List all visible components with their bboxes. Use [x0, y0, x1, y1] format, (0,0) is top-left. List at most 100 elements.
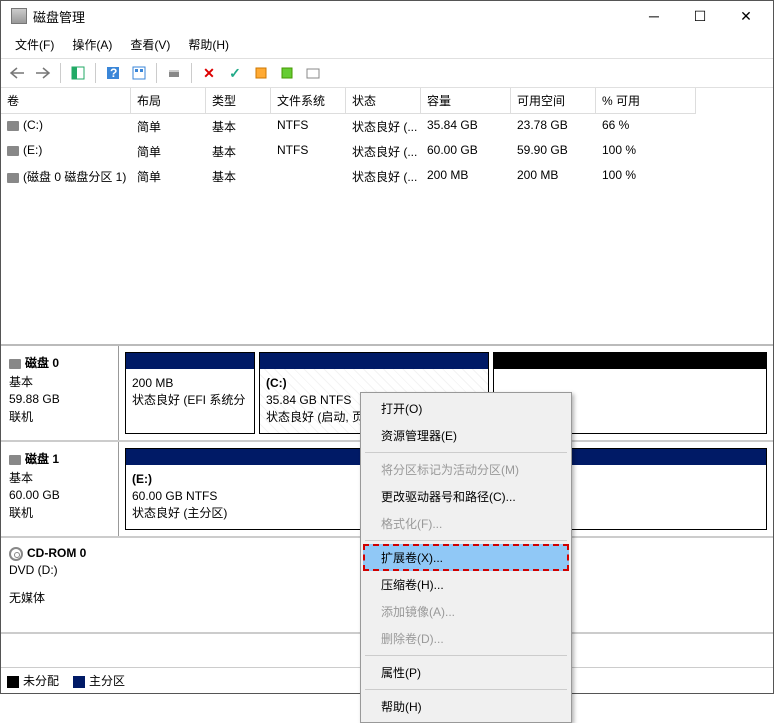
disk-name: 磁盘 1 — [25, 452, 59, 466]
disk-type: DVD (D:) — [9, 563, 111, 577]
separator — [365, 655, 567, 656]
partition[interactable]: 200 MB 状态良好 (EFI 系统分 — [125, 352, 255, 434]
col-status[interactable]: 状态 — [346, 88, 421, 114]
separator — [60, 63, 61, 83]
legend-unalloc: 未分配 — [23, 674, 59, 688]
cm-format: 格式化(F)... — [363, 510, 569, 537]
new-button[interactable] — [249, 62, 273, 84]
forward-button[interactable] — [31, 62, 55, 84]
disk-status: 联机 — [9, 504, 110, 521]
check-button[interactable]: ✓ — [223, 62, 247, 84]
volume-icon — [7, 173, 19, 183]
cm-change-letter[interactable]: 更改驱动器号和路径(C)... — [363, 483, 569, 510]
col-filesystem[interactable]: 文件系统 — [271, 88, 346, 114]
back-button[interactable] — [5, 62, 29, 84]
col-capacity[interactable]: 容量 — [421, 88, 511, 114]
col-free[interactable]: 可用空间 — [511, 88, 596, 114]
separator — [156, 63, 157, 83]
cm-delete-volume: 删除卷(D)... — [363, 625, 569, 652]
disk-type: 基本 — [9, 469, 110, 486]
cell-free: 59.90 GB — [511, 141, 596, 162]
cm-add-mirror: 添加镜像(A)... — [363, 598, 569, 625]
disk-info[interactable]: CD-ROM 0 DVD (D:) 无媒体 — [1, 538, 119, 632]
cm-extend-volume[interactable]: 扩展卷(X)... — [363, 544, 569, 571]
toolbar: ? ✕ ✓ — [1, 59, 773, 88]
cell-fs: NTFS — [271, 141, 346, 162]
help-button[interactable]: ? — [101, 62, 125, 84]
separator — [365, 689, 567, 690]
part-status: 状态良好 (EFI 系统分 — [132, 392, 248, 409]
partition-header — [126, 353, 254, 369]
cm-explorer[interactable]: 资源管理器(E) — [363, 422, 569, 449]
col-layout[interactable]: 布局 — [131, 88, 206, 114]
cell-type: 基本 — [206, 141, 271, 162]
menu-help[interactable]: 帮助(H) — [180, 33, 237, 56]
cell-free: 23.78 GB — [511, 116, 596, 137]
context-menu: 打开(O) 资源管理器(E) 将分区标记为活动分区(M) 更改驱动器号和路径(C… — [360, 392, 572, 723]
cell-pct: 100 % — [596, 141, 696, 162]
app-icon — [11, 8, 27, 24]
partition-header — [260, 353, 488, 369]
separator — [365, 540, 567, 541]
volume-icon — [7, 146, 19, 156]
col-type[interactable]: 类型 — [206, 88, 271, 114]
menu-file[interactable]: 文件(F) — [7, 33, 62, 56]
disk-icon — [9, 359, 21, 369]
table-row[interactable]: (E:) 简单 基本 NTFS 状态良好 (... 60.00 GB 59.90… — [1, 139, 773, 164]
cell-fs — [271, 166, 346, 187]
disk-name: CD-ROM 0 — [27, 546, 86, 560]
legend-swatch-unalloc — [7, 676, 19, 688]
disk-status: 无媒体 — [9, 589, 111, 606]
legend-swatch-primary — [73, 676, 85, 688]
disk-icon — [9, 455, 21, 465]
cm-mark-active: 将分区标记为活动分区(M) — [363, 456, 569, 483]
refresh-button[interactable] — [162, 62, 186, 84]
separator — [191, 63, 192, 83]
cm-open[interactable]: 打开(O) — [363, 395, 569, 422]
partition-header — [494, 353, 766, 369]
disk-info[interactable]: 磁盘 0 基本 59.88 GB 联机 — [1, 346, 119, 440]
cell-status: 状态良好 (... — [346, 116, 421, 137]
menu-action[interactable]: 操作(A) — [64, 33, 120, 56]
disk-size: 60.00 GB — [9, 488, 110, 502]
cell-vol: (C:) — [23, 118, 43, 132]
disk-info[interactable]: 磁盘 1 基本 60.00 GB 联机 — [1, 442, 119, 536]
cm-shrink-volume[interactable]: 压缩卷(H)... — [363, 571, 569, 598]
legend-primary: 主分区 — [89, 674, 125, 688]
cell-pct: 100 % — [596, 166, 696, 187]
table-body: (C:) 简单 基本 NTFS 状态良好 (... 35.84 GB 23.78… — [1, 114, 773, 344]
settings-button[interactable] — [127, 62, 151, 84]
cell-vol: (E:) — [23, 143, 42, 157]
part-size: 200 MB — [132, 375, 248, 392]
show-hide-button[interactable] — [66, 62, 90, 84]
cell-status: 状态良好 (... — [346, 166, 421, 187]
minimize-button[interactable]: ─ — [631, 1, 677, 31]
part-title: (C:) — [266, 375, 482, 392]
cdrom-icon — [9, 547, 23, 561]
maximize-button[interactable]: ☐ — [677, 1, 723, 31]
disk-type: 基本 — [9, 373, 110, 390]
table-row[interactable]: (磁盘 0 磁盘分区 1) 简单 基本 状态良好 (... 200 MB 200… — [1, 164, 773, 189]
delete-button[interactable]: ✕ — [197, 62, 221, 84]
cm-properties[interactable]: 属性(P) — [363, 659, 569, 686]
table-row[interactable]: (C:) 简单 基本 NTFS 状态良好 (... 35.84 GB 23.78… — [1, 114, 773, 139]
rescan-button[interactable] — [275, 62, 299, 84]
cell-cap: 60.00 GB — [421, 141, 511, 162]
cell-type: 基本 — [206, 116, 271, 137]
volume-icon — [7, 121, 19, 131]
disk-name: 磁盘 0 — [25, 356, 59, 370]
menu-bar: 文件(F) 操作(A) 查看(V) 帮助(H) — [1, 31, 773, 59]
window-title: 磁盘管理 — [33, 7, 631, 26]
col-pctfree[interactable]: % 可用 — [596, 88, 696, 114]
cell-fs: NTFS — [271, 116, 346, 137]
col-volume[interactable]: 卷 — [1, 88, 131, 114]
cell-layout: 简单 — [131, 141, 206, 162]
menu-view[interactable]: 查看(V) — [122, 33, 178, 56]
cell-cap: 35.84 GB — [421, 116, 511, 137]
cell-pct: 66 % — [596, 116, 696, 137]
properties-button[interactable] — [301, 62, 325, 84]
close-button[interactable]: ✕ — [723, 1, 769, 31]
cm-help[interactable]: 帮助(H) — [363, 693, 569, 720]
disk-size: 59.88 GB — [9, 392, 110, 406]
disk-status: 联机 — [9, 408, 110, 425]
